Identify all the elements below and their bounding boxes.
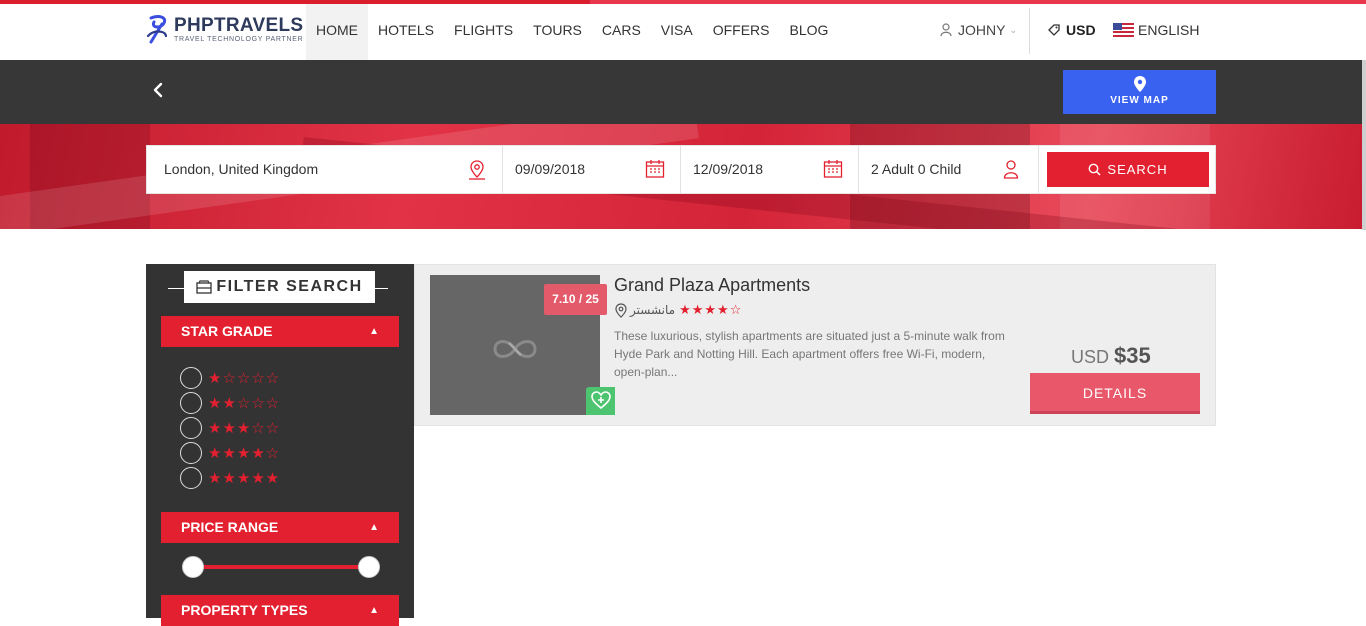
hotel-thumbnail[interactable]: 7.10 / 25 (430, 275, 615, 415)
price-range-label: PRICE RANGE (181, 519, 279, 535)
star-option-5[interactable]: ★★★★★ (180, 467, 280, 489)
star-rating-icon: ★★☆☆☆ (208, 395, 281, 412)
review-score-badge: 7.10 / 25 (544, 284, 607, 315)
nav-tours[interactable]: TOURS (523, 4, 592, 60)
hotel-name[interactable]: Grand Plaza Apartments (614, 275, 810, 296)
us-flag-icon (1113, 23, 1134, 37)
hotel-location-text: مانشستر (630, 303, 676, 317)
star-option-1[interactable]: ★☆☆☆☆ (180, 367, 280, 389)
user-menu[interactable]: JOHNY ⌄ (940, 4, 1017, 56)
nav-visa[interactable]: VISA (651, 4, 703, 60)
property-types-header[interactable]: PROPERTY TYPES ▲ (161, 595, 399, 626)
user-icon (1003, 160, 1019, 179)
radio-button[interactable] (180, 417, 202, 439)
image-loading-icon (493, 340, 537, 358)
star-rating-icon: ★★★★☆ (208, 445, 281, 462)
radio-button[interactable] (180, 442, 202, 464)
filter-sidebar: FILTER SEARCH STAR GRADE ▲ ★☆☆☆☆ ★★☆☆☆ ★… (146, 264, 414, 626)
star-rating-icon: ★☆☆☆☆ (208, 370, 281, 387)
nav-cars[interactable]: CARS (592, 4, 651, 60)
view-map-button[interactable]: VIEW MAP (1063, 70, 1216, 114)
search-button[interactable]: SEARCH (1047, 152, 1209, 187)
currency-label: USD (1066, 22, 1096, 38)
view-map-label: VIEW MAP (1110, 95, 1169, 106)
star-rating-icon: ★★★★★ (208, 470, 281, 487)
main-nav: HOME HOTELS FLIGHTS TOURS CARS VISA OFFE… (306, 4, 838, 60)
filter-box-icon (196, 280, 212, 294)
chevron-down-icon: ⌄ (1009, 25, 1017, 35)
calendar-icon (645, 160, 665, 178)
caret-up-icon: ▲ (369, 326, 379, 337)
nav-blog[interactable]: BLOG (779, 4, 838, 60)
calendar-icon (823, 160, 843, 178)
star-option-4[interactable]: ★★★★☆ (180, 442, 280, 464)
map-pin-icon (615, 302, 627, 318)
back-arrow-icon[interactable] (150, 80, 166, 100)
tag-icon (1048, 24, 1060, 36)
details-button[interactable]: DETAILS (1030, 373, 1200, 414)
nav-hotels[interactable]: HOTELS (368, 4, 444, 60)
price-slider-max-handle[interactable] (358, 556, 380, 578)
filter-title: FILTER SEARCH (184, 271, 375, 303)
currency-selector[interactable]: USD (1047, 4, 1096, 56)
search-button-label: SEARCH (1107, 162, 1168, 177)
scrollbar[interactable] (1362, 60, 1366, 230)
checkin-field[interactable]: 09/09/2018 (503, 146, 681, 193)
logo[interactable]: PHPTRAVELS TRAVEL TECHNOLOGY PARTNER (145, 14, 303, 44)
logo-subtitle: TRAVEL TECHNOLOGY PARTNER (174, 35, 304, 43)
location-value: London, United Kingdom (164, 161, 319, 177)
star-option-3[interactable]: ★★★☆☆ (180, 417, 280, 439)
radio-button[interactable] (180, 467, 202, 489)
hotel-result-card: 7.10 / 25 Grand Plaza Apartments مانشستر… (414, 264, 1216, 426)
checkout-field[interactable]: 12/09/2018 (681, 146, 859, 193)
caret-up-icon: ▲ (369, 605, 379, 616)
header: PHPTRAVELS TRAVEL TECHNOLOGY PARTNER HOM… (0, 4, 1366, 60)
property-types-label: PROPERTY TYPES (181, 602, 308, 618)
price-range-header[interactable]: PRICE RANGE ▲ (161, 512, 399, 543)
nav-home[interactable]: HOME (306, 4, 368, 60)
user-name: JOHNY (958, 22, 1006, 38)
nav-flights[interactable]: FLIGHTS (444, 4, 523, 60)
language-label: ENGLISH (1138, 22, 1200, 38)
nav-offers[interactable]: OFFERS (703, 4, 780, 60)
checkout-value: 12/09/2018 (693, 161, 764, 177)
hotel-location: مانشستر ★★★★☆ (615, 302, 742, 318)
radio-button[interactable] (180, 392, 202, 414)
price-slider-min-handle[interactable] (182, 556, 204, 578)
guests-value: 2 Adult 0 Child (871, 161, 962, 177)
star-option-2[interactable]: ★★☆☆☆ (180, 392, 280, 414)
price-currency: USD (1071, 347, 1110, 367)
hotel-star-rating-icon: ★★★★☆ (679, 302, 743, 317)
caret-up-icon: ▲ (369, 522, 379, 533)
user-icon (940, 23, 952, 37)
star-rating-icon: ★★★☆☆ (208, 420, 281, 437)
heart-plus-icon (590, 391, 611, 409)
location-field[interactable]: London, United Kingdom (147, 146, 503, 193)
search-icon (1089, 163, 1101, 176)
hotel-price: USD $35 (1071, 343, 1151, 369)
filter-title-text: FILTER SEARCH (216, 278, 363, 295)
map-pin-icon (469, 160, 485, 180)
hotel-description: These luxurious, stylish apartments are … (614, 329, 1005, 379)
wishlist-button[interactable] (586, 387, 615, 415)
title-bar: VIEW MAP (0, 60, 1366, 124)
star-grade-header[interactable]: STAR GRADE ▲ (161, 316, 399, 347)
checkin-value: 09/09/2018 (515, 161, 586, 177)
radio-button[interactable] (180, 367, 202, 389)
price-amount: $35 (1114, 343, 1151, 368)
price-slider-track[interactable] (192, 565, 370, 569)
search-form: London, United Kingdom 09/09/2018 12/09/… (146, 145, 1216, 194)
header-divider (1029, 8, 1030, 54)
logo-title: PHPTRAVELS (174, 14, 304, 36)
star-grade-label: STAR GRADE (181, 323, 273, 339)
map-pin-icon (1133, 76, 1146, 92)
logo-mark-icon (146, 15, 168, 44)
language-selector[interactable]: ENGLISH (1113, 4, 1199, 56)
guests-field[interactable]: 2 Adult 0 Child (859, 146, 1039, 193)
